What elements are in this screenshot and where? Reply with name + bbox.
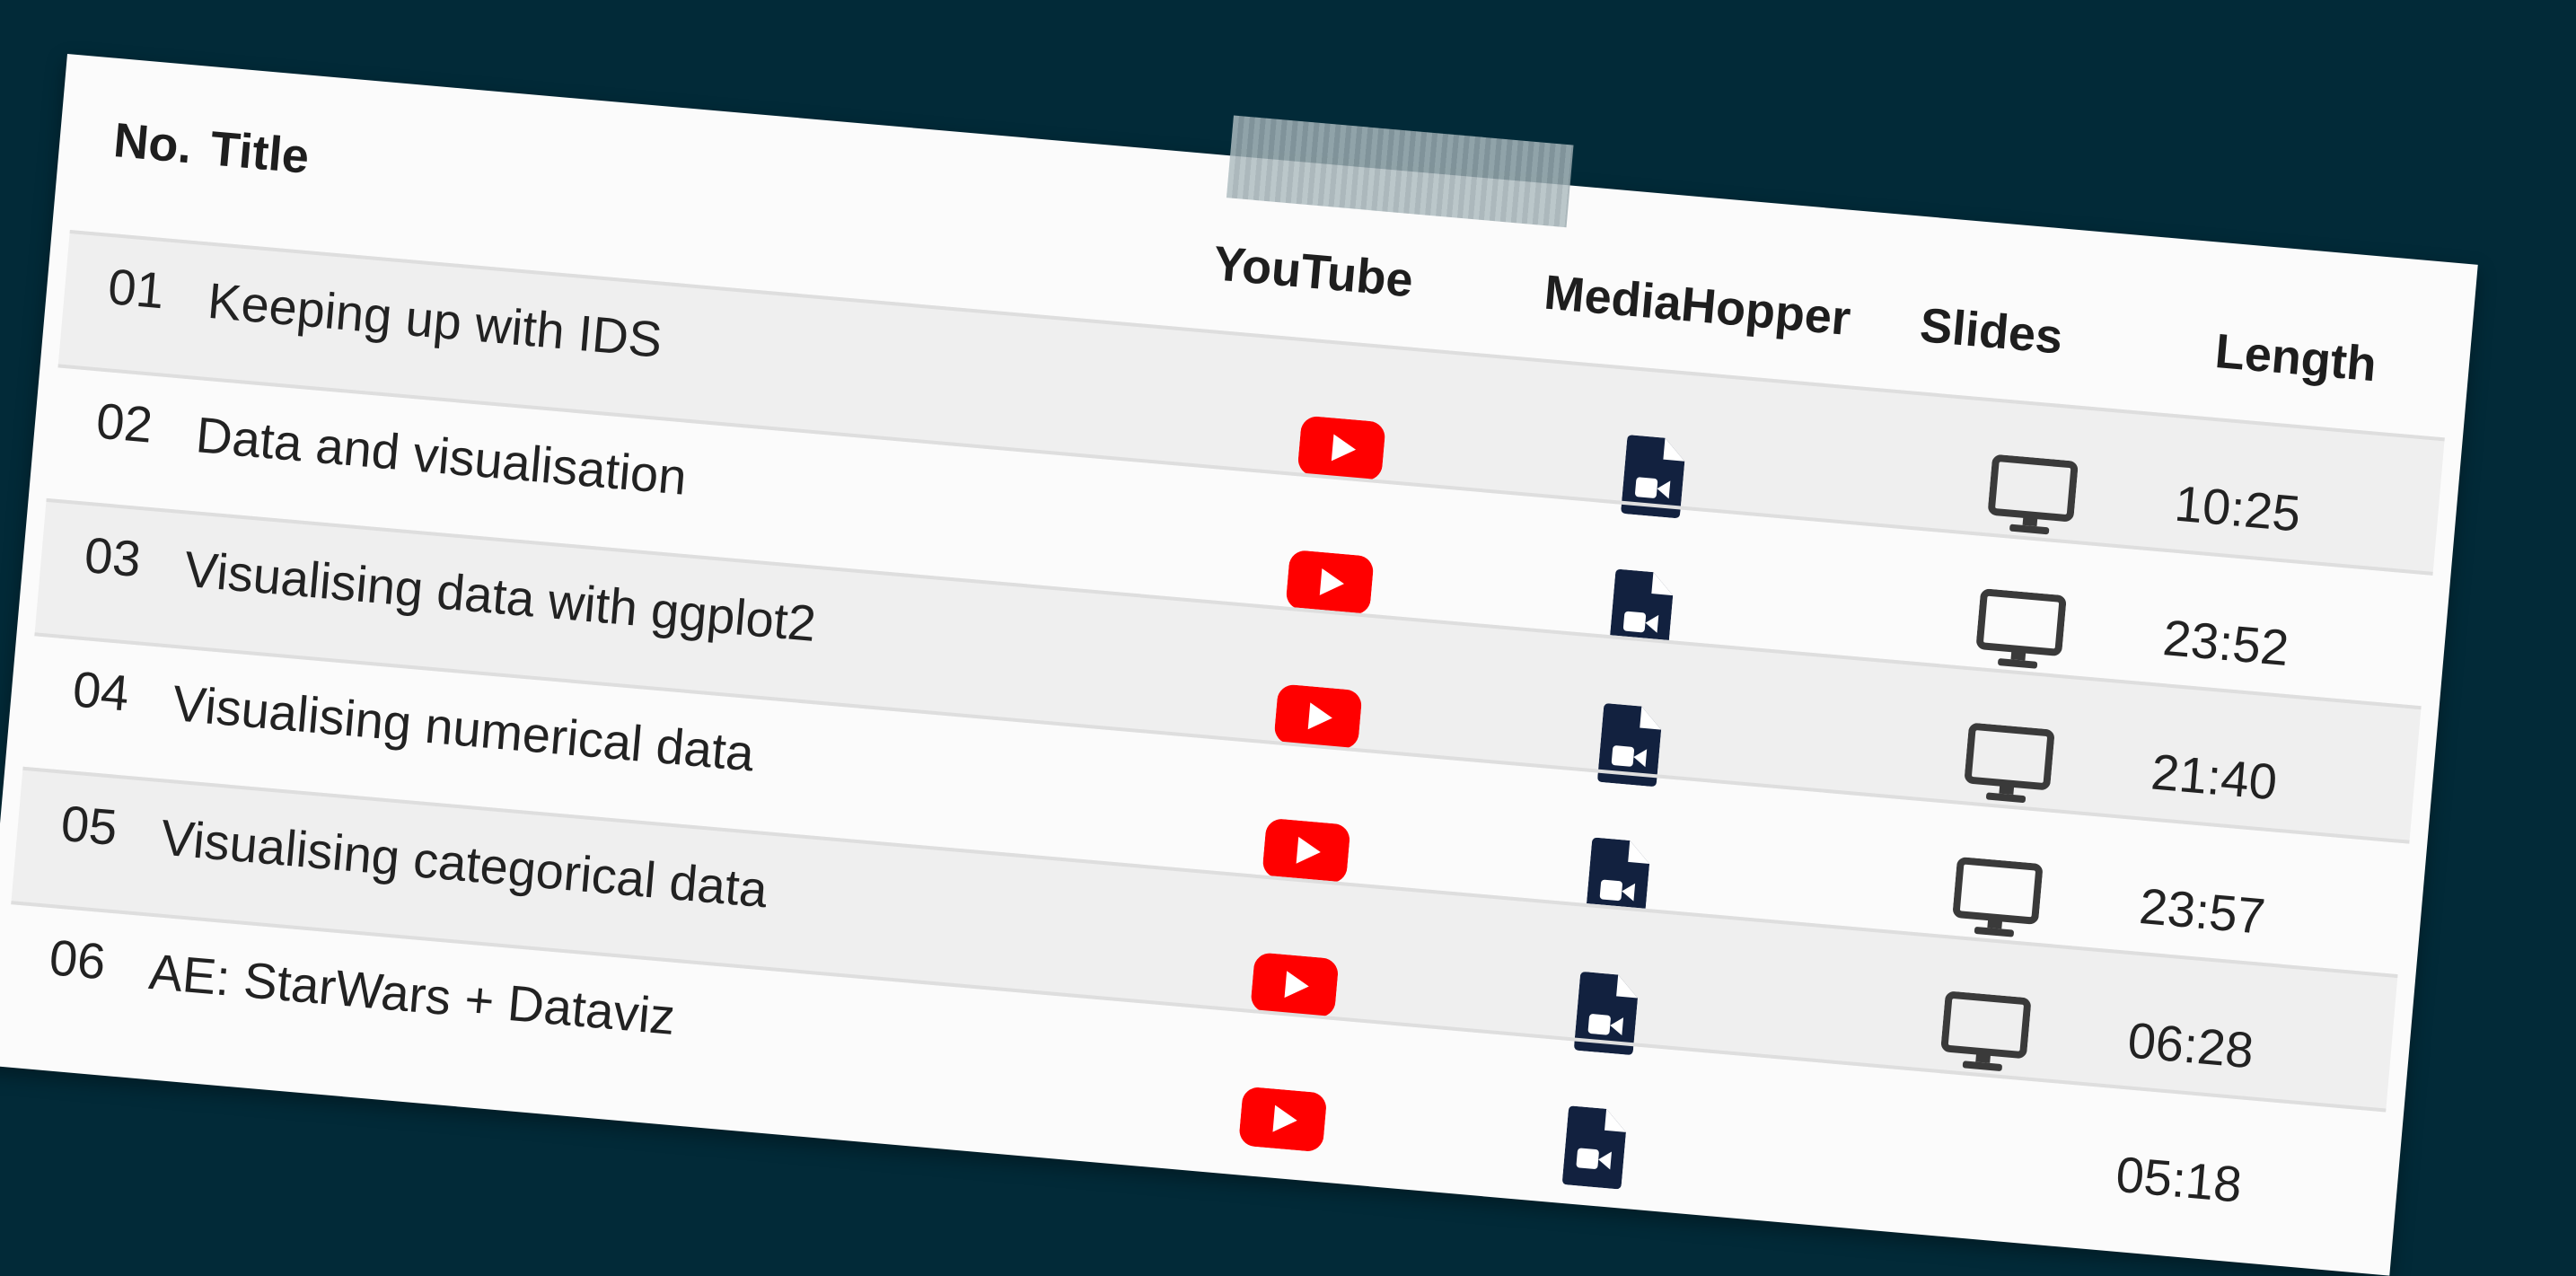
row-title: Visualising categorical data xyxy=(158,808,770,919)
monitor-icon[interactable] xyxy=(1939,990,2032,1081)
row-number: 04 xyxy=(70,660,132,722)
monitor-icon[interactable] xyxy=(1962,722,2055,813)
row-number: 06 xyxy=(47,928,109,990)
table-body: 01 Keeping up with IDS 10:25 02 Data and vis… xyxy=(0,54,2478,1276)
video-file-icon[interactable] xyxy=(1561,1105,1628,1193)
video-table-card: No. Title YouTube MediaHopper Slides Len… xyxy=(0,54,2478,1276)
row-number: 05 xyxy=(58,794,120,856)
row-title: Data and visualisation xyxy=(193,406,690,506)
youtube-icon[interactable] xyxy=(1238,1087,1328,1157)
monitor-icon[interactable] xyxy=(1950,857,2044,947)
row-number: 03 xyxy=(82,525,144,588)
row-title: AE: StarWars + Dataviz xyxy=(146,942,678,1045)
monitor-icon[interactable] xyxy=(1985,454,2079,545)
row-length: 23:52 xyxy=(2160,609,2291,677)
row-title: Visualising numerical data xyxy=(170,674,757,782)
monitor-icon[interactable] xyxy=(1974,588,2067,679)
row-length: 10:25 xyxy=(2172,474,2303,542)
row-number: 02 xyxy=(93,392,155,453)
row-length: 23:57 xyxy=(2137,876,2268,945)
row-length: 06:28 xyxy=(2125,1011,2256,1079)
row-length: 05:18 xyxy=(2114,1145,2245,1213)
row-title: Keeping up with IDS xyxy=(205,271,664,368)
row-number: 01 xyxy=(105,258,167,320)
row-length: 21:40 xyxy=(2149,743,2280,811)
